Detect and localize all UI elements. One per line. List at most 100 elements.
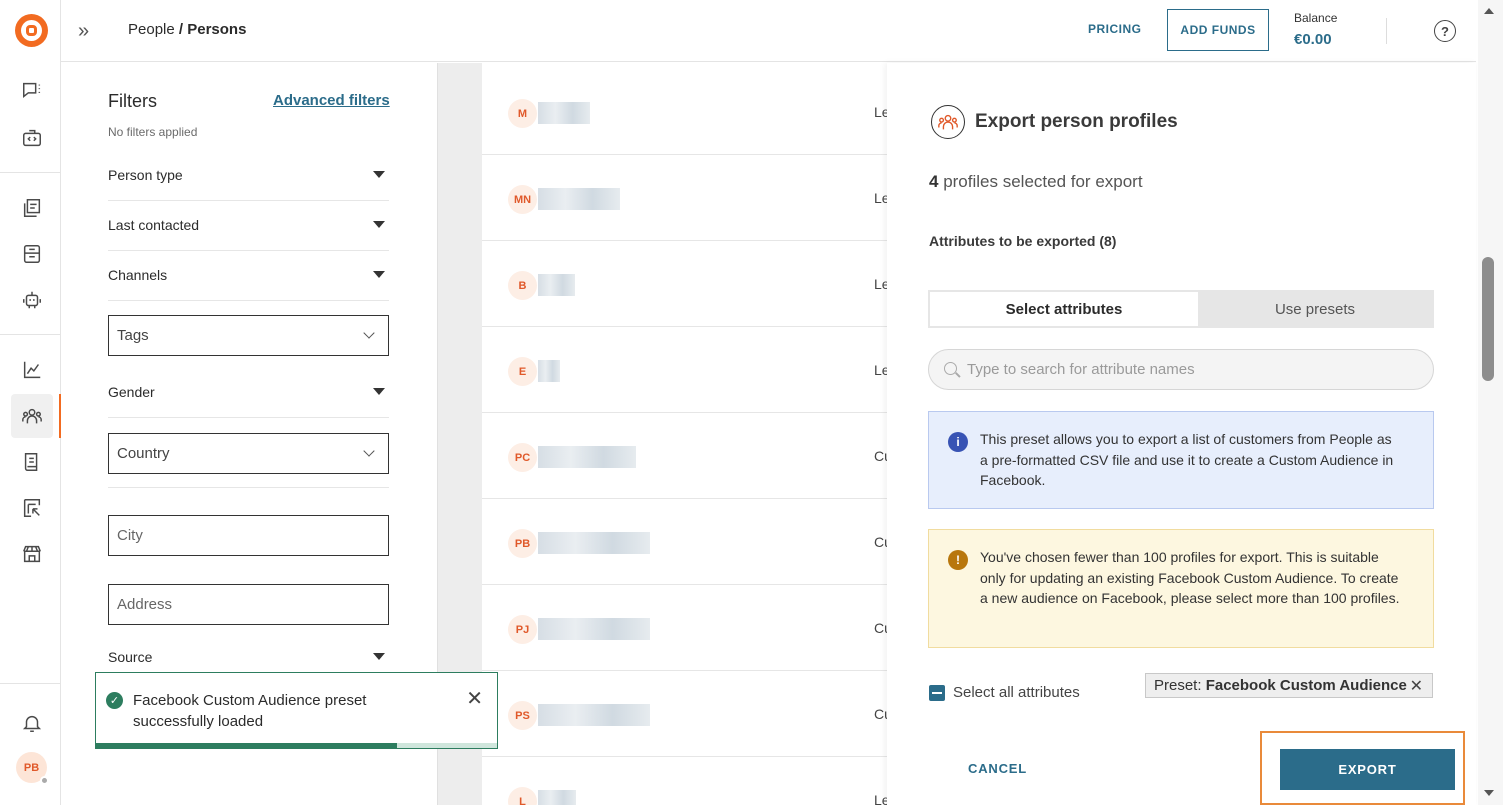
info-notice: i This preset allows you to export a lis…	[928, 411, 1434, 509]
person-type-cell: Cu	[874, 706, 887, 722]
attributes-title: Attributes to be exported (8)	[929, 233, 1117, 249]
bot-icon[interactable]	[17, 285, 47, 315]
tags-select[interactable]: Tags	[108, 315, 389, 356]
toast-message: Facebook Custom Audience preset successf…	[133, 692, 367, 730]
search-placeholder: Type to search for attribute names	[967, 361, 1195, 378]
person-type-cell: Cu	[874, 620, 887, 636]
remove-preset-icon[interactable]: ✕	[1410, 676, 1423, 696]
warning-notice: ! You've chosen fewer than 100 profiles …	[928, 529, 1434, 648]
filter-label: Person type	[108, 167, 183, 183]
breadcrumb-current: Persons	[187, 21, 247, 38]
preset-chip: Preset: Facebook Custom Audience ✕	[1145, 673, 1433, 698]
select-all-label[interactable]: Select all attributes	[953, 684, 1080, 701]
panel-title: Export person profiles	[975, 111, 1178, 132]
redacted-name	[538, 188, 620, 210]
caret-down-icon	[373, 271, 385, 278]
conversations-icon[interactable]	[17, 76, 47, 106]
balance-label: Balance	[1294, 11, 1338, 25]
top-header: » People / Persons PRICING ADD FUNDS Bal…	[61, 0, 1476, 62]
filter-person-type[interactable]: Person type	[108, 151, 389, 201]
reports-icon[interactable]	[17, 493, 47, 523]
table-row[interactable]: PJ Cu	[482, 585, 887, 671]
expand-sidebar-icon[interactable]: »	[78, 21, 89, 41]
cancel-button[interactable]: CANCEL	[968, 761, 1027, 776]
code-icon[interactable]	[17, 123, 47, 153]
tab-select-attributes[interactable]: Select attributes	[930, 292, 1198, 326]
caret-down-icon	[373, 388, 385, 395]
redacted-name	[538, 360, 560, 382]
profiles-count: 4 profiles selected for export	[929, 172, 1143, 192]
caret-down-icon	[373, 653, 385, 660]
advanced-filters-link[interactable]: Advanced filters	[273, 92, 390, 109]
breadcrumb-parent[interactable]: People	[128, 21, 175, 38]
export-panel: Export person profiles 4 profiles select…	[887, 63, 1476, 805]
templates-icon[interactable]	[17, 193, 47, 223]
campaigns-icon[interactable]	[17, 239, 47, 269]
table-row[interactable]: M Le	[482, 69, 887, 155]
tags-label: Tags	[117, 327, 149, 344]
tab-use-presets[interactable]: Use presets	[1198, 292, 1432, 326]
check-circle-icon: ✓	[106, 692, 123, 709]
search-icon	[944, 362, 957, 375]
scroll-up-arrow-icon[interactable]	[1484, 8, 1494, 14]
attribute-search-input[interactable]: Type to search for attribute names	[928, 349, 1434, 390]
table-row[interactable]: E Le	[482, 327, 887, 413]
avatar: MN	[508, 185, 537, 214]
city-input[interactable]: City	[108, 515, 389, 556]
warning-text: You've chosen fewer than 100 profiles fo…	[980, 549, 1400, 606]
address-input[interactable]: Address	[108, 584, 389, 625]
caret-down-icon	[373, 221, 385, 228]
redacted-name	[538, 274, 575, 296]
filter-label: Channels	[108, 267, 168, 283]
avatar: E	[508, 357, 537, 386]
pricing-link[interactable]: PRICING	[1088, 22, 1142, 36]
redacted-name	[538, 532, 650, 554]
logo-icon[interactable]	[15, 14, 48, 47]
redacted-name	[538, 618, 650, 640]
filter-label: Last contacted	[108, 217, 200, 233]
app: PB » People / Persons PRICING ADD FUNDS …	[0, 0, 1503, 805]
help-icon[interactable]: ?	[1434, 20, 1456, 42]
redacted-name	[538, 446, 636, 468]
person-type-cell: Le	[874, 792, 887, 805]
table-row[interactable]: PB Cu	[482, 499, 887, 585]
redacted-name	[538, 790, 576, 805]
table-row[interactable]: B Le	[482, 241, 887, 327]
attribute-mode-tabs: Select attributes Use presets	[928, 290, 1434, 328]
persons-list: M Le MN Le B Le E Le PC Cu PB Cu	[482, 63, 887, 805]
person-type-cell: Le	[874, 362, 887, 378]
scroll-down-arrow-icon[interactable]	[1484, 790, 1494, 796]
analytics-icon[interactable]	[17, 355, 47, 385]
export-button[interactable]: EXPORT	[1280, 749, 1455, 790]
filter-last-contacted[interactable]: Last contacted	[108, 201, 389, 251]
preset-chip-label: Preset:	[1154, 677, 1206, 694]
avatar: M	[508, 99, 537, 128]
avatar: B	[508, 271, 537, 300]
close-icon[interactable]: ✕	[466, 689, 483, 709]
scrollbar-thumb[interactable]	[1482, 257, 1494, 381]
status-dot	[40, 776, 49, 785]
avatar: PS	[508, 701, 537, 730]
caret-down-icon	[373, 171, 385, 178]
table-row[interactable]: MN Le	[482, 155, 887, 241]
toast-progress-bar	[96, 743, 397, 748]
info-icon: i	[948, 432, 968, 452]
filter-channels[interactable]: Channels	[108, 251, 389, 301]
breadcrumb-separator: /	[174, 21, 188, 38]
bell-icon[interactable]	[17, 708, 47, 738]
people-icon[interactable]	[17, 401, 47, 431]
page-scrollbar[interactable]	[1478, 0, 1503, 805]
table-row[interactable]: PC Cu	[482, 413, 887, 499]
redacted-name	[538, 704, 650, 726]
people-icon	[931, 105, 965, 139]
warning-icon: !	[948, 550, 968, 570]
select-all-checkbox[interactable]	[929, 685, 945, 701]
redacted-name	[538, 102, 590, 124]
add-funds-button[interactable]: ADD FUNDS	[1167, 9, 1269, 51]
table-row[interactable]: PS Cu	[482, 671, 887, 757]
store-icon[interactable]	[17, 539, 47, 569]
person-type-cell: Cu	[874, 534, 887, 550]
filter-gender[interactable]: Gender	[108, 368, 389, 418]
table-row[interactable]: L Le	[482, 757, 887, 805]
docs-icon[interactable]	[17, 447, 47, 477]
